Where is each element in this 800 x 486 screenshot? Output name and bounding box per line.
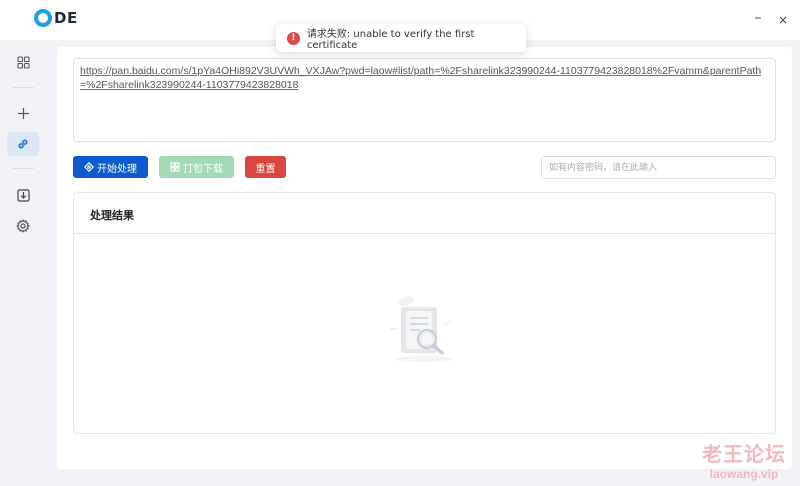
start-button-label: 开始处理 — [97, 163, 137, 175]
sidebar-divider — [12, 87, 34, 88]
watermark-title: 老王论坛 — [702, 442, 786, 466]
password-input[interactable] — [541, 156, 776, 179]
sidebar-item-settings[interactable] — [7, 214, 39, 238]
plus-icon — [17, 107, 29, 119]
grid-icon — [16, 55, 30, 69]
process-icon — [84, 162, 94, 172]
reset-button[interactable]: 重置 — [245, 156, 286, 178]
toast-message: 请求失败: unable to verify the first certifi… — [306, 29, 475, 51]
minimize-button[interactable]: – — [748, 10, 768, 30]
close-button[interactable]: × — [773, 10, 793, 30]
logo-ring-icon — [34, 9, 52, 27]
sidebar-item-link[interactable] — [7, 132, 39, 156]
pack-download-button[interactable]: 打包下载 — [159, 156, 234, 178]
result-title: 处理结果 — [90, 209, 134, 222]
sidebar — [0, 40, 46, 486]
error-icon: ! — [287, 31, 300, 45]
result-card: 处理结果 — [73, 192, 776, 434]
app-logo: DE — [34, 9, 78, 27]
sidebar-item-download[interactable] — [7, 183, 39, 207]
gear-icon — [16, 219, 30, 233]
watermark: 老王论坛 laowang.vip — [702, 438, 786, 481]
sidebar-divider — [12, 168, 34, 169]
result-divider — [74, 233, 775, 234]
sidebar-item-grid[interactable] — [7, 50, 39, 74]
download-icon — [16, 188, 30, 202]
package-icon — [170, 162, 180, 172]
url-input-value: https://pan.baidu.com/s/1pYa4OHi892V3UVW… — [80, 65, 762, 91]
main-panel: https://pan.baidu.com/s/1pYa4OHi892V3UVW… — [57, 47, 792, 469]
logo-text: DE — [54, 9, 78, 27]
pack-download-label: 打包下载 — [183, 163, 223, 175]
empty-search-icon — [390, 296, 454, 362]
start-button[interactable]: 开始处理 — [73, 156, 148, 178]
watermark-url: laowang.vip — [709, 467, 779, 481]
link-icon — [18, 139, 28, 149]
reset-button-label: 重置 — [255, 163, 276, 175]
error-toast: ! 请求失败: unable to verify the first certi… — [276, 24, 526, 52]
url-input[interactable]: https://pan.baidu.com/s/1pYa4OHi892V3UVW… — [73, 58, 776, 142]
sidebar-item-add[interactable] — [7, 101, 39, 125]
